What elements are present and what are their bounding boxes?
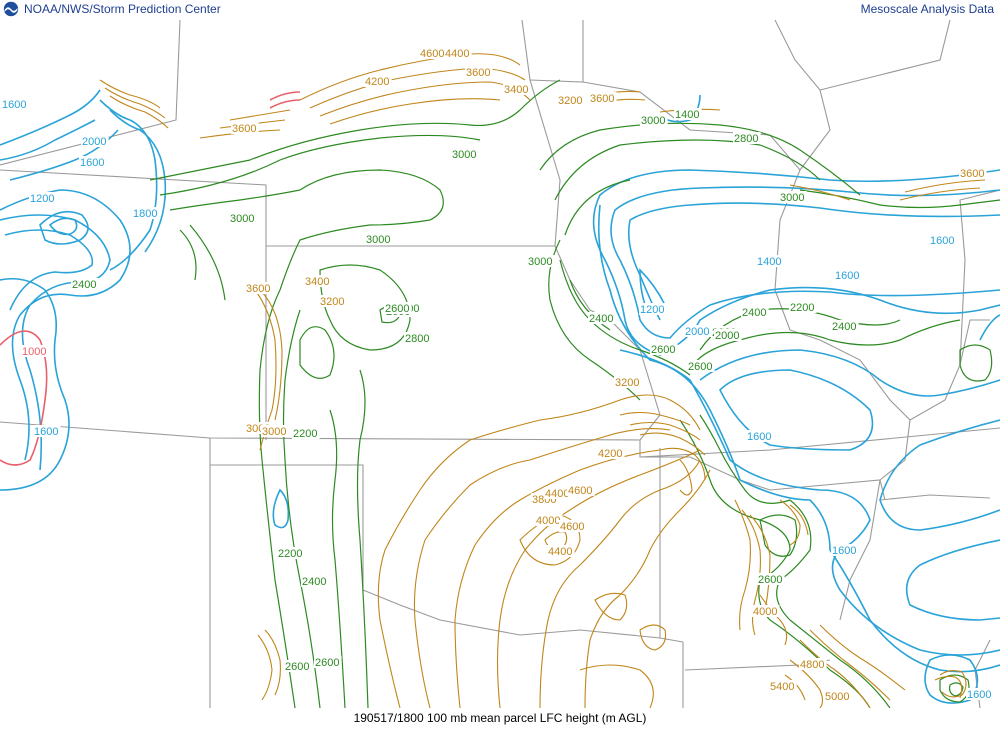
contour-label: 3000 bbox=[366, 234, 390, 246]
contour-label: 3200 bbox=[320, 296, 344, 308]
contour-label: 2200 bbox=[790, 302, 814, 314]
contour-label: 4800 bbox=[800, 659, 824, 671]
contour-label: 1400 bbox=[757, 256, 781, 268]
contour-label: 3600 bbox=[590, 93, 614, 105]
contour-label: 1600 bbox=[832, 545, 856, 557]
contour-label: 2400 bbox=[589, 313, 613, 325]
contour-label: 1600 bbox=[930, 235, 954, 247]
contour-label: 2600 bbox=[285, 661, 309, 673]
contour-label: 1600 bbox=[835, 270, 859, 282]
contour-label: 3200 bbox=[558, 95, 582, 107]
contour-label: 2600 bbox=[758, 574, 782, 586]
contour-label: 2200 bbox=[293, 428, 317, 440]
contours-red bbox=[0, 91, 301, 466]
contour-label: 1600 bbox=[34, 426, 58, 438]
contours-brown bbox=[99, 53, 986, 708]
contour-label: 3400 bbox=[504, 84, 528, 96]
contour-label: 3000 bbox=[780, 192, 804, 204]
lfc-height-map: 1600 2000 1600 1200 1000 1600 1800 2400 2600 2800… bbox=[0, 20, 1000, 708]
contour-label: 1600 bbox=[747, 431, 771, 443]
contour-label: 2600 bbox=[651, 344, 675, 356]
contour-label: 4200 bbox=[365, 76, 389, 88]
contour-label: 4000 bbox=[536, 515, 560, 527]
header-title-right: Mesoscale Analysis Data bbox=[860, 2, 994, 16]
mesoscale-analysis-page: NOAA/NWS/Storm Prediction Center Mesosca… bbox=[0, 0, 1000, 750]
contour-label: 2000 bbox=[715, 330, 739, 342]
contour-label: 2600 bbox=[385, 303, 409, 315]
contours-green bbox=[149, 79, 1000, 708]
contour-label: 3600 bbox=[232, 123, 256, 135]
contour-label: 4400 bbox=[545, 488, 569, 500]
contour-label: 3000 bbox=[452, 149, 476, 161]
contour-label: 3400 bbox=[305, 276, 329, 288]
contour-label: 5400 bbox=[770, 681, 794, 693]
contour-label: 2800 bbox=[405, 333, 429, 345]
contour-label: 2400 bbox=[302, 576, 326, 588]
header-title-left: NOAA/NWS/Storm Prediction Center bbox=[24, 2, 221, 16]
contour-label: 4600 bbox=[568, 485, 592, 497]
contour-label: 2000 bbox=[82, 136, 106, 148]
state-boundaries bbox=[0, 20, 1000, 708]
contour-label: 2400 bbox=[832, 321, 856, 333]
contour-label: 1600 bbox=[80, 157, 104, 169]
contour-label: 1400 bbox=[675, 109, 699, 121]
contour-label: 2000 bbox=[685, 326, 709, 338]
contour-label: 4600 bbox=[420, 48, 444, 60]
contour-label: 1600 bbox=[2, 99, 26, 111]
contour-label: 2200 bbox=[278, 548, 302, 560]
contour-label: 4400 bbox=[445, 48, 469, 60]
contour-label: 3000 bbox=[230, 213, 254, 225]
contour-label: 2400 bbox=[742, 307, 766, 319]
contour-label: 1200 bbox=[640, 304, 664, 316]
contour-label: 3200 bbox=[615, 377, 639, 389]
contours-blue bbox=[0, 89, 1000, 704]
contour-label: 1000 bbox=[22, 346, 46, 358]
noaa-logo-icon bbox=[3, 1, 19, 17]
contour-label: 3000 bbox=[641, 115, 665, 127]
contour-label: 1800 bbox=[133, 208, 157, 220]
contour-label: 5000 bbox=[825, 691, 849, 703]
contour-label: 3000 bbox=[262, 426, 286, 438]
contour-label: 3000 bbox=[528, 256, 552, 268]
contour-label: 2800 bbox=[734, 133, 758, 145]
contour-label: 4400 bbox=[548, 546, 572, 558]
contour-label: 3600 bbox=[466, 67, 490, 79]
contour-label: 2600 bbox=[315, 657, 339, 669]
contour-label: 4000 bbox=[753, 606, 777, 618]
contour-label: 3600 bbox=[960, 168, 984, 180]
contour-label: 1200 bbox=[30, 193, 54, 205]
contour-label: 2400 bbox=[72, 279, 96, 291]
map-caption: 190517/1800 100 mb mean parcel LFC heigh… bbox=[353, 711, 647, 725]
contour-label: 1600 bbox=[967, 689, 991, 701]
contour-label: 4200 bbox=[598, 448, 622, 460]
contour-label: 3600 bbox=[246, 283, 270, 295]
contour-labels: 1600 2000 1600 1200 1000 1600 1800 2400 2600 2800… bbox=[1, 47, 994, 703]
contour-label: 2600 bbox=[688, 361, 712, 373]
contour-label: 4600 bbox=[560, 521, 584, 533]
